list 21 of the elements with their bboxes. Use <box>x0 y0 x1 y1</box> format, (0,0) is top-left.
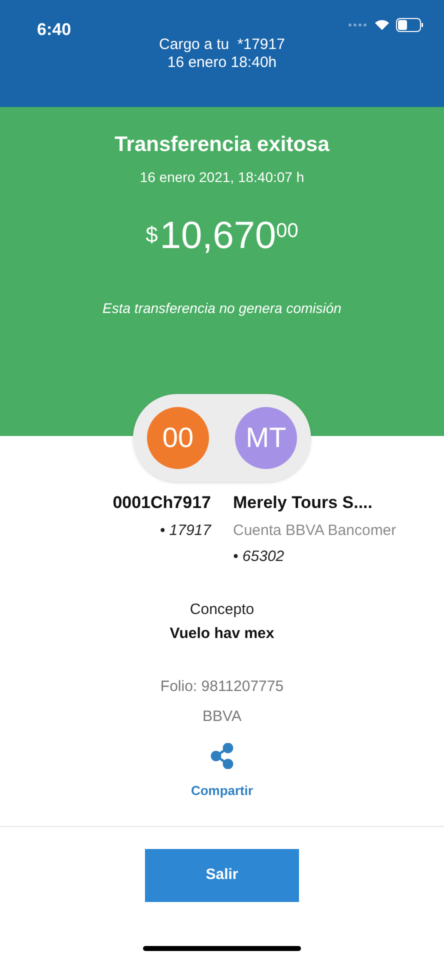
folio-text: Folio: 9811207775 <box>160 676 284 696</box>
account-number: • 17917 <box>160 520 211 540</box>
share-icon <box>210 742 234 768</box>
exit-button[interactable]: Salir <box>145 849 299 902</box>
signal-icon <box>348 23 368 27</box>
bank-text: BBVA <box>202 707 242 727</box>
wifi-icon <box>374 19 390 31</box>
share-button[interactable]: Compartir <box>190 742 254 800</box>
battery-icon <box>396 18 424 32</box>
party-name: Merely Tours S.... <box>233 492 373 514</box>
charge-date-text: 16 enero 18:40h <box>167 54 277 72</box>
success-title: Transferencia exitosa <box>114 132 330 158</box>
concept-value: Vuelo hav mex <box>170 624 274 644</box>
party-name: 0001Ch7917 <box>112 492 211 514</box>
account-number: • 65302 <box>233 547 284 567</box>
charge-account-text: Cargo a tu *17917 <box>159 36 285 54</box>
commission-note: Esta transferencia no genera comisión <box>102 298 342 318</box>
bank-name: Cuenta BBVA Bancomer <box>233 520 396 540</box>
transfer-datetime: 16 enero 2021, 18:40:07 h <box>140 168 304 186</box>
concept-label: Concepto <box>190 600 254 620</box>
status-time: 6:40 <box>37 19 72 41</box>
